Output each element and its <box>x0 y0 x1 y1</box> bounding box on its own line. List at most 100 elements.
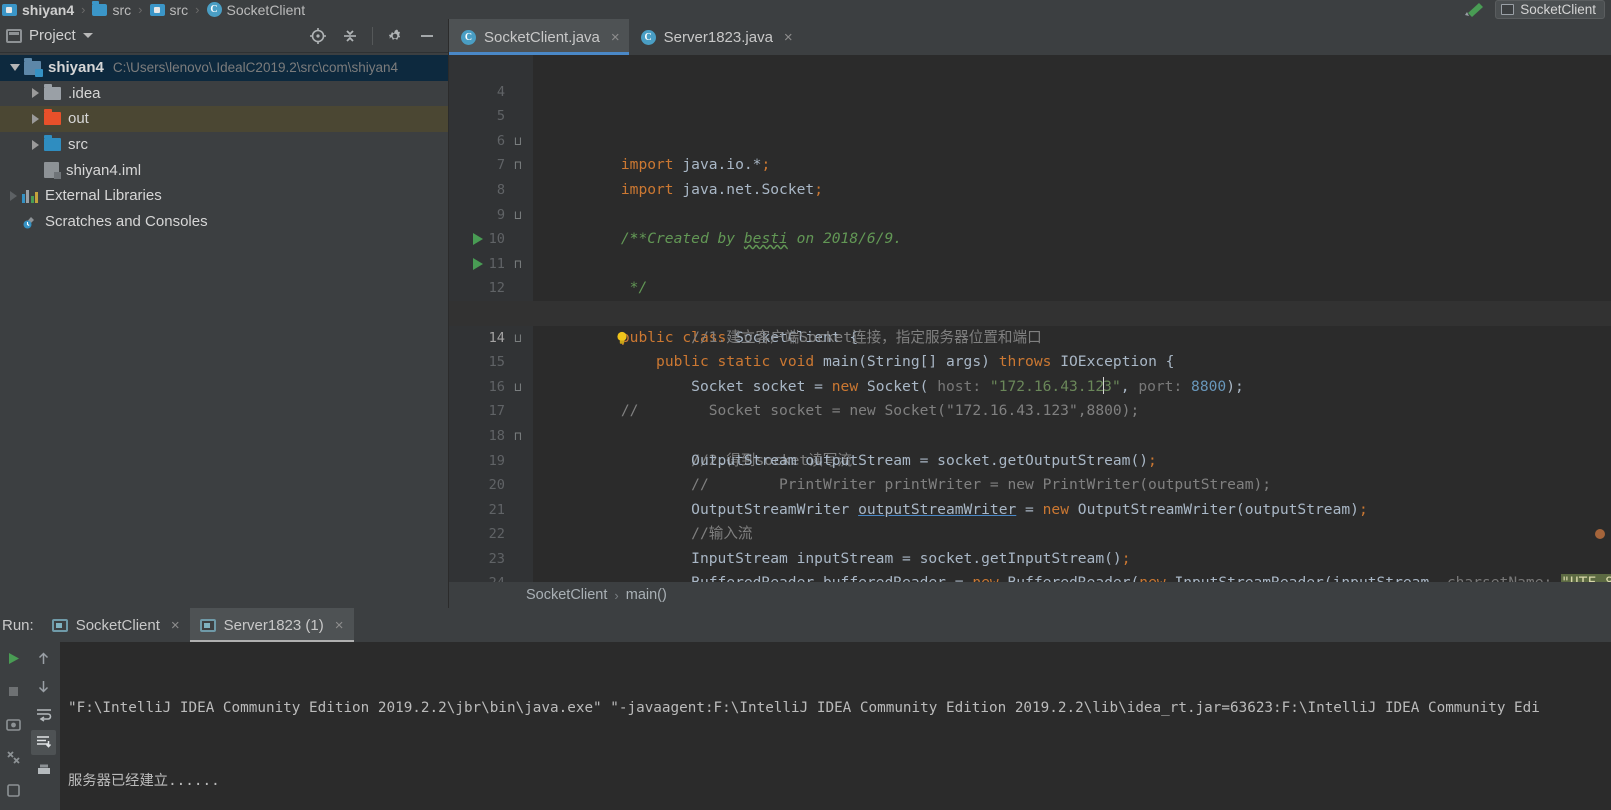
breadcrumb-item-src-folder[interactable]: src <box>92 0 132 18</box>
breadcrumb-label: src <box>112 1 132 18</box>
close-icon[interactable]: × <box>335 617 344 634</box>
code-line: 6 ⊓ import java.net.Socket; <box>449 104 1611 198</box>
tree-item-shiyan4-iml[interactable]: shiyan4.iml <box>0 157 448 183</box>
run-panel-label: Run: <box>2 616 34 634</box>
java-class-icon: C <box>461 29 476 45</box>
run-config-label: SocketClient <box>1520 2 1596 17</box>
code-line: 10 ⊓ */ <box>449 203 1611 296</box>
navigation-bar: shiyan4 › src › src › C SocketClient Soc… <box>0 0 1611 19</box>
code-line: 7 <box>449 129 1611 173</box>
expand-arrow-right-icon[interactable] <box>26 88 44 99</box>
run-tab-server1823[interactable]: Server1823 (1) × <box>189 608 354 642</box>
code-line: 8 ⊔ /** <box>449 153 1611 247</box>
chevron-down-icon[interactable] <box>82 33 93 38</box>
tree-item-out[interactable]: out <box>0 106 448 132</box>
expand-arrow-right-icon[interactable] <box>26 139 44 150</box>
down-arrow-icon[interactable] <box>31 674 56 699</box>
collapse-all-icon[interactable] <box>335 22 365 50</box>
editor-tab-label: SocketClient.java <box>484 28 600 46</box>
code-line: 11 ⊔ public class SocketClient { <box>449 227 1611 346</box>
tree-item-label: Scratches and Consoles <box>45 212 208 230</box>
soft-wrap-icon[interactable] <box>31 702 56 727</box>
project-panel-toolbar <box>303 22 442 50</box>
minimize-icon[interactable] <box>412 22 442 50</box>
gear-icon[interactable] <box>380 22 410 50</box>
close-icon[interactable]: × <box>784 29 793 46</box>
code-line: 24 //3.利用流按照一定的操作，对socket进行读写操作 <box>449 547 1611 608</box>
code-line: 21 //输入流 <box>449 473 1611 543</box>
code-line: 9 * Created by besti on 2018/6/9. <box>449 178 1611 248</box>
code-line: 4 <box>449 55 1611 100</box>
rerun-icon[interactable] <box>1 646 26 671</box>
run-tab-label: SocketClient <box>75 616 160 634</box>
editor-tab-server1823[interactable]: C Server1823.java × <box>629 19 802 55</box>
restore-layout-icon[interactable] <box>1 745 26 770</box>
tree-item-idea[interactable]: .idea <box>0 81 448 107</box>
code-line: 17 ⊓ //2.得到socket读写流 <box>449 375 1611 468</box>
code-line: 18 OutputStream outputStream = socket.ge… <box>449 399 1611 469</box>
tree-item-src[interactable]: src <box>0 132 448 158</box>
breadcrumb-separator: › <box>138 2 143 17</box>
breadcrumb-class[interactable]: SocketClient <box>526 587 607 603</box>
code-editor[interactable]: 4 5 ⊔ import java.io.*; 6 ⊓ import java.… <box>449 55 1611 608</box>
close-icon[interactable]: × <box>611 29 620 46</box>
tree-item-label: out <box>68 110 89 128</box>
run-tab-label: Server1823 (1) <box>223 616 324 634</box>
breadcrumb-separator: › <box>614 587 619 603</box>
close-icon[interactable] <box>1 778 26 803</box>
run-tool-window: Run: SocketClient × Server1823 (1) × "F:… <box>0 608 1611 810</box>
folder-grey-icon <box>44 83 61 100</box>
tree-item-scratches-and-consoles[interactable]: Scratches and Consoles <box>0 209 448 235</box>
module-icon <box>2 3 17 16</box>
locate-icon[interactable] <box>303 22 333 50</box>
tree-item-label: External Libraries <box>45 187 162 205</box>
editor-tab-socketclient[interactable]: C SocketClient.java × <box>449 19 629 55</box>
project-panel-header: Project <box>0 19 448 53</box>
tree-item-external-libraries[interactable]: External Libraries <box>0 183 448 209</box>
console-output[interactable]: "F:\IntelliJ IDEA Community Edition 2019… <box>60 642 1611 810</box>
breadcrumb-method[interactable]: main() <box>626 587 667 603</box>
iml-file-icon <box>44 162 61 180</box>
intention-bulb-icon[interactable] <box>509 305 628 344</box>
tree-item-shiyan4[interactable]: shiyan4 C:\Users\lenovo\.IdealC2019.2\sr… <box>0 55 448 81</box>
toolbar-divider <box>372 26 373 45</box>
tree-item-label: .idea <box>68 84 101 102</box>
breadcrumb-item-class[interactable]: C SocketClient <box>206 2 305 18</box>
project-title-label: Project <box>29 27 76 44</box>
expand-arrow-right-icon[interactable] <box>4 190 22 201</box>
project-icon <box>6 28 22 43</box>
breadcrumb-label: src <box>169 1 189 18</box>
run-actions-toolbar <box>0 642 27 810</box>
expand-arrow-down-icon[interactable] <box>6 64 24 72</box>
folder-blue-icon <box>44 135 61 152</box>
expand-arrow-right-icon[interactable] <box>26 113 44 124</box>
code-line: 5 ⊔ import java.io.*; <box>449 80 1611 173</box>
project-panel-title[interactable]: Project <box>6 27 93 44</box>
stop-icon[interactable] <box>1 679 26 704</box>
run-gutter-icon[interactable] <box>473 233 483 246</box>
editor-tab-bar: C SocketClient.java × C Server1823.java … <box>449 19 1611 55</box>
run-tab-socketclient[interactable]: SocketClient × <box>42 608 190 642</box>
run-panel-body: "F:\IntelliJ IDEA Community Edition 2019… <box>0 642 1611 810</box>
tree-item-label: shiyan4 <box>48 59 104 77</box>
tree-item-path: C:\Users\lenovo\.IdealC2019.2\src\com\sh… <box>112 60 399 76</box>
scratches-icon <box>22 214 38 229</box>
print-icon[interactable] <box>31 758 56 783</box>
dump-threads-icon[interactable] <box>1 712 26 737</box>
code-line: 13 //1.建立客户端Socket连接，指定服务器位置和端口 <box>449 276 1611 346</box>
up-arrow-icon[interactable] <box>31 646 56 671</box>
editor-breadcrumb: SocketClient › main() <box>449 582 1611 608</box>
module-icon <box>24 57 43 77</box>
wrench-icon[interactable] <box>1463 2 1485 18</box>
close-icon[interactable]: × <box>171 617 180 634</box>
run-gutter-icon[interactable] <box>473 257 483 270</box>
console-line: 服务器已经建立...... <box>68 773 220 790</box>
breadcrumb-item-module[interactable]: shiyan4 <box>2 2 74 18</box>
console-line: "F:\IntelliJ IDEA Community Edition 2019… <box>68 700 1540 717</box>
run-configuration-selector[interactable]: SocketClient <box>1495 0 1605 19</box>
breadcrumb-separator: › <box>81 2 86 17</box>
scroll-to-end-icon[interactable] <box>31 730 56 755</box>
intellij-idea-window: shiyan4 › src › src › C SocketClient Soc… <box>0 0 1611 810</box>
breadcrumb: shiyan4 › src › src › C SocketClient <box>0 0 305 18</box>
breadcrumb-item-source-root[interactable]: src <box>149 1 189 18</box>
